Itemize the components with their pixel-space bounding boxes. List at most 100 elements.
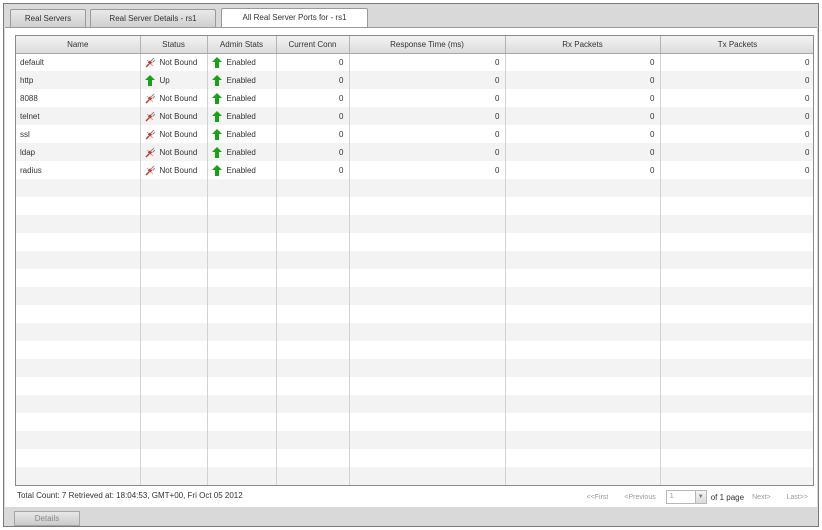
empty-row — [16, 377, 813, 395]
empty-cell — [349, 467, 506, 485]
admin-text: Enabled — [226, 147, 256, 157]
page-select[interactable]: 1 ▼ — [665, 490, 707, 504]
tab-real-server-details[interactable]: Real Server Details - rs1 — [90, 9, 216, 27]
cell-admin-stats: Enabled — [207, 71, 277, 89]
details-button[interactable]: Details — [14, 511, 80, 526]
empty-cell — [140, 467, 208, 485]
empty-cell — [207, 197, 277, 215]
table-row[interactable]: http Up Enabled 0 0 0 0 — [16, 71, 813, 89]
column-header-rx-packets[interactable]: Rx Packets — [505, 36, 661, 54]
column-header-tx-packets[interactable]: Tx Packets — [660, 36, 813, 54]
empty-row — [16, 323, 813, 341]
empty-cell — [505, 287, 661, 305]
cell-status: Not Bound — [140, 107, 208, 125]
empty-row — [16, 287, 813, 305]
cell-response-time: 0 — [349, 107, 506, 125]
empty-cell — [349, 413, 506, 431]
cell-current-conn: 0 — [276, 107, 350, 125]
empty-cell — [349, 215, 506, 233]
empty-cell — [207, 305, 277, 323]
empty-cell — [505, 305, 661, 323]
first-page-link[interactable]: <<First — [587, 494, 609, 501]
empty-cell — [349, 341, 506, 359]
empty-cell — [505, 449, 661, 467]
column-header-status[interactable]: Status — [140, 36, 208, 54]
empty-row — [16, 341, 813, 359]
cell-response-time: 0 — [349, 125, 506, 143]
empty-cell — [505, 377, 661, 395]
cell-current-conn: 0 — [276, 161, 350, 179]
status-text: Not Bound — [159, 129, 198, 139]
empty-cell — [207, 269, 277, 287]
next-page-link[interactable]: Next> — [752, 494, 770, 501]
empty-cell — [16, 341, 141, 359]
empty-cell — [349, 233, 506, 251]
table-row[interactable]: 8088 Not Bound Enabled 0 0 0 0 — [16, 89, 813, 107]
empty-cell — [505, 467, 661, 485]
empty-cell — [505, 395, 661, 413]
table-row[interactable]: ssl Not Bound Enabled 0 0 0 0 — [16, 125, 813, 143]
cell-admin-stats: Enabled — [207, 143, 277, 161]
table-row[interactable]: radius Not Bound Enabled 0 0 0 0 — [16, 161, 813, 179]
column-header-admin-stats[interactable]: Admin Stats — [207, 36, 277, 54]
admin-text: Enabled — [226, 129, 256, 139]
empty-cell — [16, 395, 141, 413]
last-page-link[interactable]: Last>> — [787, 494, 808, 501]
column-header-response-time[interactable]: Response Time (ms) — [349, 36, 506, 54]
empty-cell — [660, 323, 813, 341]
empty-cell — [276, 287, 350, 305]
previous-page-link[interactable]: <Previous — [624, 494, 655, 501]
empty-row — [16, 413, 813, 431]
empty-row — [16, 449, 813, 467]
empty-cell — [276, 215, 350, 233]
tab-all-real-server-ports[interactable]: All Real Server Ports for - rs1 — [221, 8, 368, 28]
empty-cell — [276, 341, 350, 359]
empty-row — [16, 215, 813, 233]
cell-status: Not Bound — [140, 161, 208, 179]
cell-current-conn: 0 — [276, 143, 350, 161]
empty-cell — [660, 359, 813, 377]
empty-cell — [140, 359, 208, 377]
empty-row — [16, 179, 813, 197]
table-row[interactable]: default Not Bound Enabled 0 0 0 0 — [16, 53, 813, 71]
tab-real-servers[interactable]: Real Servers — [10, 9, 86, 27]
up-arrow-icon — [211, 128, 222, 140]
empty-cell — [349, 251, 506, 269]
empty-cell — [16, 287, 141, 305]
table-row[interactable]: ldap Not Bound Enabled 0 0 0 0 — [16, 143, 813, 161]
total-count-text: Total Count: 7 Retrieved at: 18:04:53, G… — [17, 491, 243, 500]
status-text: Not Bound — [159, 93, 198, 103]
column-header-current-conn[interactable]: Current Conn — [276, 36, 350, 54]
empty-cell — [16, 467, 141, 485]
empty-cell — [276, 323, 350, 341]
up-arrow-icon — [211, 74, 222, 86]
empty-cell — [140, 305, 208, 323]
empty-cell — [660, 395, 813, 413]
empty-cell — [660, 431, 813, 449]
empty-cell — [660, 305, 813, 323]
cell-tx-packets: 0 — [660, 107, 813, 125]
empty-cell — [140, 287, 208, 305]
cell-current-conn: 0 — [276, 89, 350, 107]
cell-name: ldap — [16, 143, 141, 161]
empty-cell — [140, 431, 208, 449]
empty-row — [16, 233, 813, 251]
empty-cell — [140, 395, 208, 413]
empty-cell — [16, 413, 141, 431]
empty-cell — [349, 269, 506, 287]
empty-cell — [349, 449, 506, 467]
column-header-name[interactable]: Name — [16, 36, 141, 54]
status-text: Not Bound — [159, 147, 198, 157]
table-row[interactable]: telnet Not Bound Enabled 0 0 0 0 — [16, 107, 813, 125]
chevron-down-icon[interactable]: ▼ — [694, 491, 706, 503]
empty-cell — [16, 449, 141, 467]
cell-response-time: 0 — [349, 161, 506, 179]
empty-cell — [276, 377, 350, 395]
empty-cell — [660, 341, 813, 359]
empty-cell — [276, 197, 350, 215]
empty-cell — [16, 233, 141, 251]
empty-cell — [16, 197, 141, 215]
empty-cell — [207, 431, 277, 449]
empty-cell — [140, 341, 208, 359]
cell-response-time: 0 — [349, 53, 506, 71]
